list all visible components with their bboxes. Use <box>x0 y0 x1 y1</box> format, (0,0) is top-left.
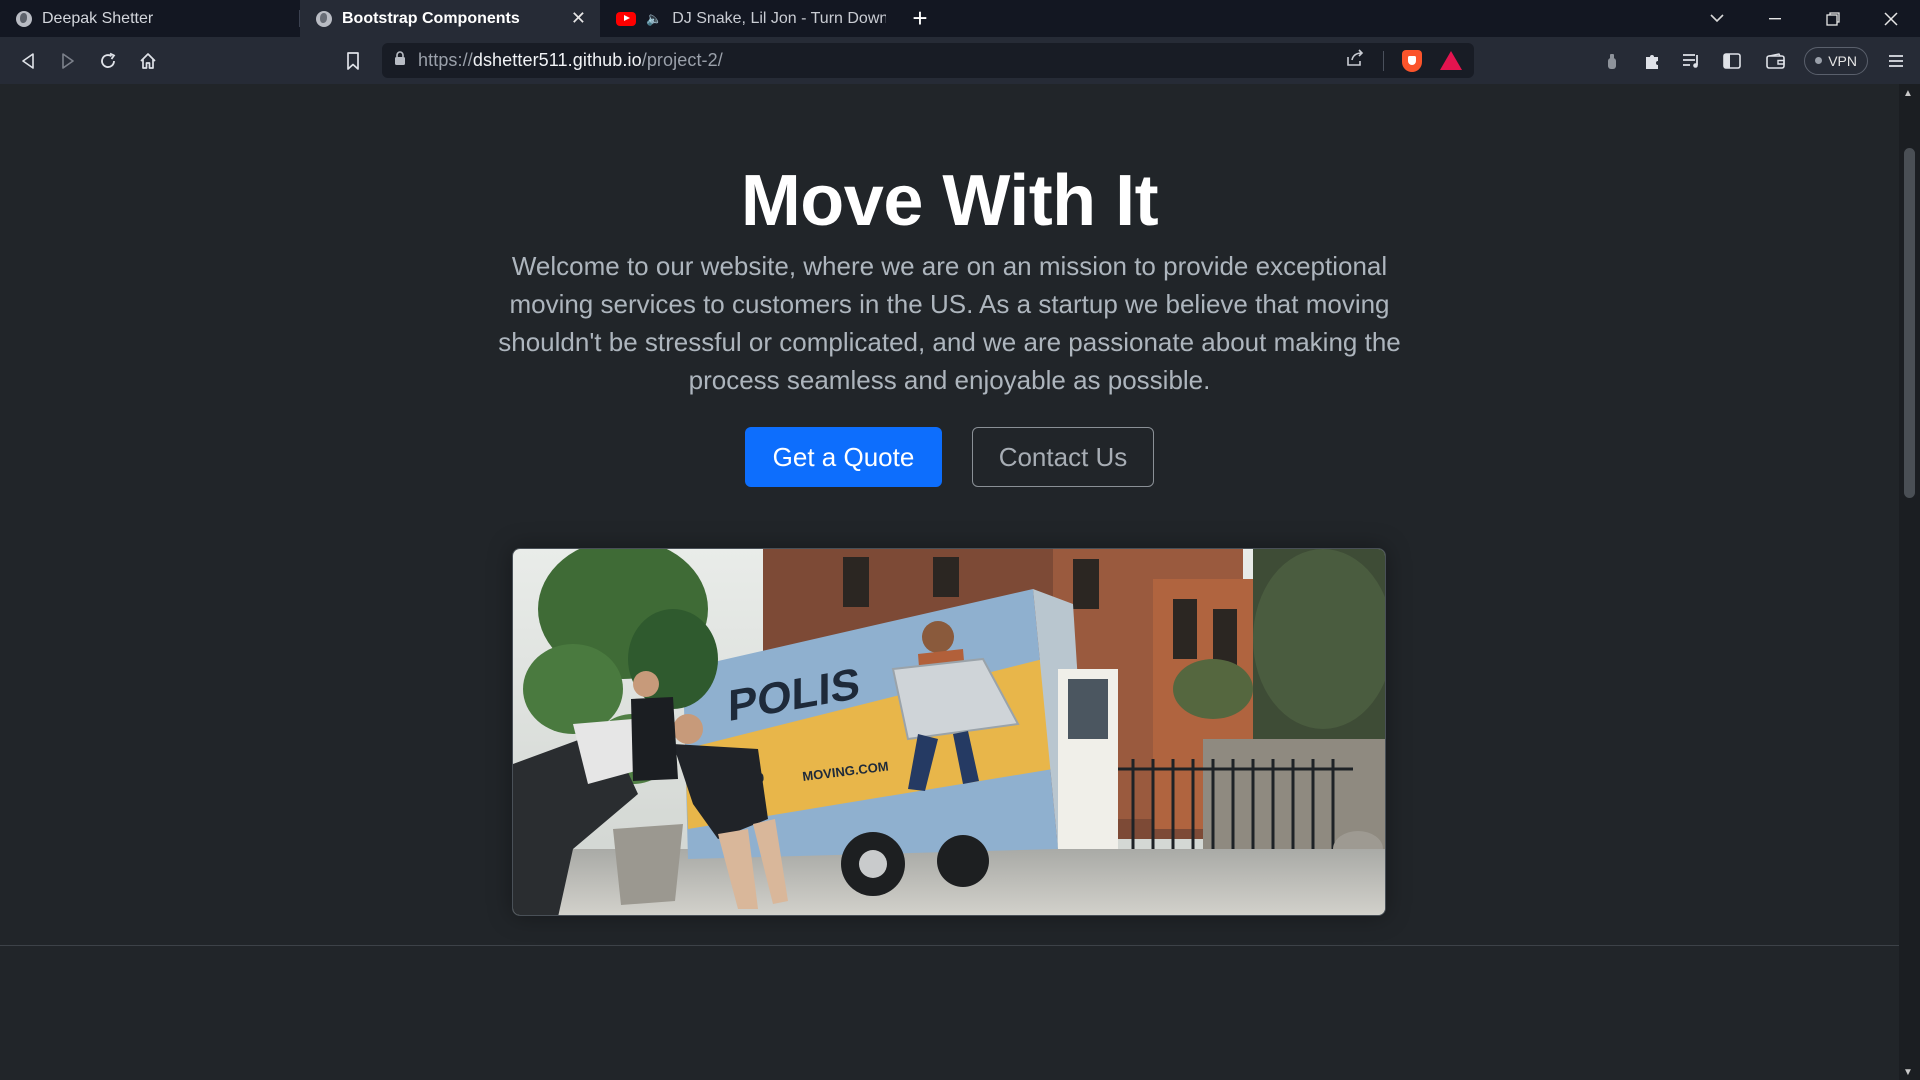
divider <box>1383 50 1384 71</box>
playlist-icon[interactable] <box>1672 41 1712 81</box>
vpn-status-dot <box>1815 57 1823 64</box>
contact-us-button[interactable]: Contact Us <box>972 427 1154 487</box>
browser-toolbar: https://dshetter511.github.io/project-2/ <box>0 37 1920 84</box>
scroll-thumb[interactable] <box>1904 148 1915 498</box>
brave-rewards-icon[interactable] <box>1440 51 1462 70</box>
tab-deepak-shetter[interactable]: Deepak Shetter <box>0 0 300 37</box>
wallet-icon[interactable] <box>1756 41 1796 81</box>
forward-arrow-icon[interactable] <box>48 41 88 81</box>
tab-title: Bootstrap Components <box>342 9 520 27</box>
page-scrollbar[interactable]: ▲ ▼ <box>1899 84 1920 1080</box>
minimize-button[interactable] <box>1746 0 1804 37</box>
restore-button[interactable] <box>1804 0 1862 37</box>
hamburger-menu-icon[interactable] <box>1876 41 1916 81</box>
scroll-up-arrow-icon[interactable]: ▲ <box>1903 88 1913 99</box>
tab-strip: Deepak Shetter Bootstrap Components ✕ 🔈 … <box>0 0 1920 37</box>
moving-truck-photo: POLIS 520 MOVING.COM <box>512 548 1386 916</box>
scroll-down-arrow-icon[interactable]: ▼ <box>1903 1067 1913 1078</box>
close-window-button[interactable] <box>1862 0 1920 37</box>
close-tab-icon[interactable]: ✕ <box>571 8 586 29</box>
share-icon[interactable] <box>1345 49 1365 72</box>
puzzle-icon[interactable] <box>1632 41 1672 81</box>
globe-icon <box>16 10 32 27</box>
section-divider <box>0 945 1899 946</box>
extension-icon[interactable] <box>1592 41 1632 81</box>
get-a-quote-button[interactable]: Get a Quote <box>745 427 942 487</box>
address-bar[interactable]: https://dshetter511.github.io/project-2/ <box>382 43 1474 78</box>
url-host: dshetter511.github.io <box>472 50 642 70</box>
vpn-button[interactable]: VPN <box>1804 46 1868 75</box>
home-icon[interactable] <box>128 41 168 81</box>
speaker-icon[interactable]: 🔈 <box>646 11 662 27</box>
back-arrow-icon[interactable] <box>8 41 48 81</box>
globe-icon <box>316 10 332 27</box>
tab-search-chevron-icon[interactable] <box>1688 0 1746 37</box>
new-tab-button[interactable]: + <box>900 0 940 37</box>
hero-title: Move With It <box>740 161 1159 241</box>
vpn-label: VPN <box>1828 52 1857 69</box>
brave-shields-icon[interactable] <box>1402 49 1422 72</box>
url-text[interactable]: https://dshetter511.github.io/project-2/ <box>418 50 723 71</box>
tab-title: DJ Snake, Lil Jon - Turn Down for W <box>672 9 886 27</box>
window-controls <box>1688 0 1920 37</box>
bookmark-icon[interactable] <box>333 41 373 81</box>
url-scheme: https:// <box>418 50 473 70</box>
tab-youtube[interactable]: 🔈 DJ Snake, Lil Jon - Turn Down for W <box>600 0 900 37</box>
page-viewport: Move With It Welcome to our website, whe… <box>0 84 1899 1080</box>
lock-icon[interactable] <box>394 50 406 71</box>
sidebar-icon[interactable] <box>1712 41 1752 81</box>
youtube-icon <box>616 11 636 26</box>
tab-bootstrap-components[interactable]: Bootstrap Components ✕ <box>300 0 600 37</box>
url-path: /project-2/ <box>641 50 723 70</box>
tab-title: Deepak Shetter <box>42 9 154 27</box>
hero-lead-text: Welcome to our website, where we are on … <box>498 251 1401 395</box>
reload-icon[interactable] <box>88 41 128 81</box>
toolbar-right: VPN <box>1592 37 1920 84</box>
address-bar-actions <box>1345 49 1462 72</box>
